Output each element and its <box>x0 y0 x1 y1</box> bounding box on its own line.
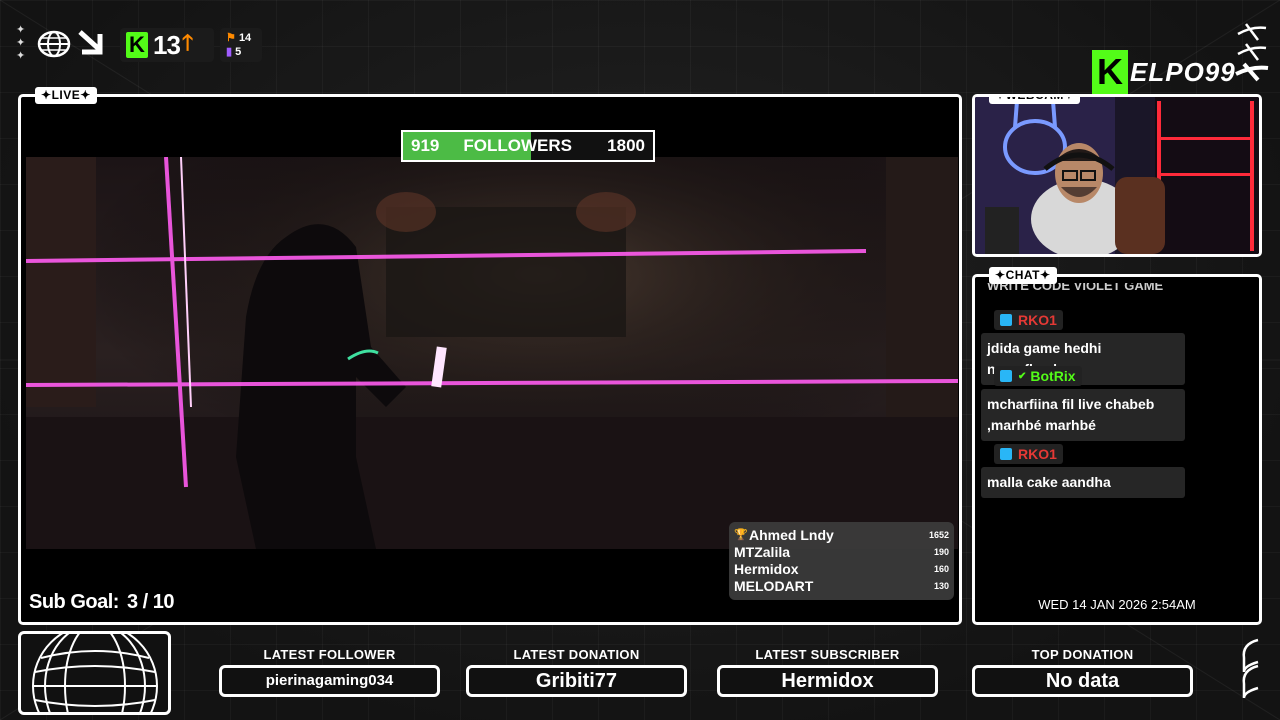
globe-icon <box>37 30 71 58</box>
kick-viewer-counter: K 13 🡑 <box>120 28 214 62</box>
bars-icon: ▮ <box>226 46 233 58</box>
leaderboard-name: Ahmed Lndy <box>749 526 834 543</box>
stat-label: LATEST DONATION <box>513 647 640 662</box>
mini-stats: ⚑ 14 ▮ 5 <box>220 28 262 62</box>
donation-leaderboard: 🏆 Ahmed Lndy 1652 MTZalila 190 Hermidox … <box>729 522 954 600</box>
bot-badge-icon <box>1000 370 1012 382</box>
chat-username: RKO1 <box>1018 312 1057 328</box>
leaderboard-name: MELODART <box>734 577 814 594</box>
chat-tag-label: CHAT <box>1005 268 1040 282</box>
chat-username-pill: RKO1 <box>994 444 1063 464</box>
corner-logo-icon <box>1242 638 1259 699</box>
chat-text: mcharfiina fil live chabeb ,marhbé marhb… <box>981 389 1185 441</box>
leaderboard-row: MELODART 130 <box>734 577 949 594</box>
chat-username-pill: RKO1 <box>994 310 1063 330</box>
webcam-tag: ✦WEBCAM✦ <box>989 94 1081 104</box>
chat-message: RKO1 malla cake aandha <box>981 444 1185 498</box>
sparkle-decoration-icon <box>1235 23 1269 82</box>
leaderboard-row: Hermidox 160 <box>734 560 949 577</box>
chat-username: RKO1 <box>1018 446 1057 462</box>
webcam-tag-label: WEBCAM <box>1005 94 1064 102</box>
stat-bottom: 5 <box>235 46 242 58</box>
leaderboard-score: 130 <box>933 580 949 591</box>
followers-goal-bar: 919 FOLLOWERS 1800 <box>401 130 655 162</box>
sub-goal-value: 3 / 10 <box>126 591 175 613</box>
stream-overlay: ✦ ✦ ✦ K 13 🡑 ⚑ 14 ▮ 5 K ELPO99 ✦LIVE✦ 91… <box>0 0 1280 720</box>
leaderboard-score: 160 <box>933 563 949 574</box>
arrow-down-right-icon <box>78 30 103 55</box>
live-tag-label: LIVE <box>51 88 81 102</box>
chat-tag: ✦CHAT✦ <box>989 267 1057 284</box>
cube-badge-icon <box>1000 314 1012 326</box>
stat-top: 14 <box>238 32 252 44</box>
game-video-feed <box>26 157 958 549</box>
live-panel: ✦LIVE✦ 919 FOLLOWERS 1800 🏆 Ahmed Lndy 1… <box>18 87 962 625</box>
person-icon: ⚑ <box>226 32 236 44</box>
kick-count: 13 <box>153 29 181 60</box>
trophy-icon: 🏆 <box>734 529 748 541</box>
sparkle-stars-icon: ✦ ✦ ✦ <box>16 24 26 62</box>
leaderboard-score: 1652 <box>928 529 949 540</box>
chat-username-pill: ✔ BotRix <box>994 366 1082 386</box>
top-donation: TOP DONATION No data <box>972 647 1193 697</box>
brand-logo-letter: K <box>1092 50 1128 94</box>
latest-subscriber: LATEST SUBSCRIBER Hermidox <box>717 647 938 697</box>
chat-text: malla cake aandha <box>981 467 1185 498</box>
followers-label: FOLLOWERS <box>463 136 572 155</box>
followers-target: 1800 <box>607 136 645 155</box>
leaderboard-name: MTZalila <box>734 543 791 560</box>
stat-label: TOP DONATION <box>1031 647 1134 662</box>
stat-value: No data <box>972 665 1193 697</box>
cube-badge-icon <box>1000 448 1012 460</box>
chat-username: BotRix <box>1030 368 1076 384</box>
leaderboard-score: 190 <box>933 546 949 557</box>
stat-value: Gribiti77 <box>466 665 687 697</box>
stat-label: LATEST SUBSCRIBER <box>755 647 900 662</box>
verified-check-icon: ✔ <box>1018 370 1027 382</box>
stat-label: LATEST FOLLOWER <box>263 647 396 662</box>
latest-follower: LATEST FOLLOWER pierinagaming034 <box>219 647 440 697</box>
arrow-up-icon: 🡑 <box>181 30 194 55</box>
chat-timestamp: WED 14 JAN 2026 2:54AM <box>1038 597 1196 612</box>
chat-message-list: WRITE CODE VIOLET GAME RKO1 jdida game h… <box>978 280 1258 570</box>
leaderboard-row: MTZalila 190 <box>734 543 949 560</box>
kick-logo-icon: K <box>126 32 148 58</box>
sub-goal-label: Sub Goal: <box>29 591 119 613</box>
live-tag: ✦LIVE✦ <box>35 87 97 104</box>
leaderboard-name: Hermidox <box>734 560 799 577</box>
stat-value: pierinagaming034 <box>219 665 440 697</box>
webcam-panel: ✦WEBCAM✦ <box>972 94 1262 257</box>
sub-goal: Sub Goal: 3 / 10 <box>29 591 175 614</box>
globe-wireframe-panel <box>18 631 171 715</box>
brand-name: ELPO99 <box>1130 56 1236 87</box>
followers-current: 919 <box>411 136 440 155</box>
chat-panel: ✦CHAT✦ WRITE CODE VIOLET GAME RKO1 jdida… <box>972 267 1262 625</box>
latest-donation: LATEST DONATION Gribiti77 <box>466 647 687 697</box>
leaderboard-row: 🏆 Ahmed Lndy 1652 <box>734 526 949 543</box>
channel-brand: K ELPO99 <box>1092 50 1236 94</box>
stat-value: Hermidox <box>717 665 938 697</box>
webcam-feed <box>975 97 1259 254</box>
wireframe-globe-icon <box>32 634 158 712</box>
chat-message: ✔ BotRix mcharfiina fil live chabeb ,mar… <box>981 366 1185 441</box>
